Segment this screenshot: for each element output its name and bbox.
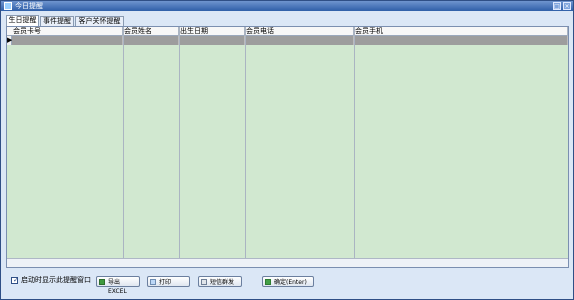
export-excel-button[interactable]: 导出EXCEL — [96, 276, 140, 295]
reminder-window: 今日提醒 □ × 生日提醒 事件提醒 客户关怀提醒 会员卡号 会员姓名 出生日期… — [0, 0, 574, 300]
app-icon — [4, 2, 12, 10]
table-cell[interactable] — [123, 36, 179, 45]
table-cell[interactable] — [179, 36, 245, 45]
tab-birthday-reminder[interactable]: 生日提醒 — [6, 15, 39, 26]
reminder-table[interactable]: 会员卡号 会员姓名 出生日期 会员电话 会员手机 ▶ — [6, 26, 569, 268]
table-header: 会员卡号 会员姓名 出生日期 会员电话 会员手机 — [7, 27, 568, 36]
restore-icon[interactable]: □ — [553, 2, 561, 10]
table-cell[interactable] — [12, 36, 123, 45]
column-member-phone[interactable]: 会员电话 — [245, 27, 354, 36]
sms-icon — [201, 279, 207, 285]
column-divider — [354, 27, 355, 267]
window-title: 今日提醒 — [15, 2, 43, 10]
printer-icon — [150, 279, 156, 285]
tab-customer-care-reminder[interactable]: 客户关怀提醒 — [75, 16, 124, 26]
check-icon — [265, 279, 271, 285]
column-birth-date[interactable]: 出生日期 — [179, 27, 245, 36]
table-cell[interactable] — [245, 36, 354, 45]
title-bar[interactable]: 今日提醒 □ × — [1, 1, 573, 11]
table-footer-row — [7, 258, 568, 267]
show-on-startup-checkbox[interactable]: ✓ — [11, 276, 19, 284]
sms-broadcast-label: 短信群发 — [210, 279, 235, 286]
column-divider — [245, 27, 246, 267]
checkmark-icon: ✓ — [13, 276, 19, 284]
column-member-mobile[interactable]: 会员手机 — [354, 27, 568, 36]
print-label: 打印 — [159, 279, 172, 286]
close-icon[interactable]: × — [563, 2, 571, 10]
column-divider — [123, 27, 124, 267]
confirm-button[interactable]: 确定(Enter) — [262, 276, 314, 287]
tab-event-reminder[interactable]: 事件提醒 — [40, 16, 74, 26]
sms-broadcast-button[interactable]: 短信群发 — [198, 276, 242, 287]
export-excel-label: 导出EXCEL — [108, 279, 127, 295]
column-member-name[interactable]: 会员姓名 — [123, 27, 179, 36]
column-card-number[interactable]: 会员卡号 — [12, 27, 123, 36]
show-on-startup-label[interactable]: 启动时显示此提醒窗口 — [21, 276, 91, 285]
column-divider — [179, 27, 180, 267]
confirm-label: 确定(Enter) — [274, 279, 307, 286]
print-button[interactable]: 打印 — [147, 276, 190, 287]
excel-icon — [99, 279, 105, 285]
table-cell[interactable] — [354, 36, 568, 45]
